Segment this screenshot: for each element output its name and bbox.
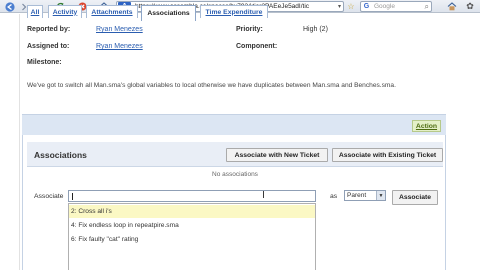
associate-label: Associate — [34, 193, 64, 200]
chevron-down-icon[interactable]: ▼ — [376, 191, 385, 200]
ticket-description: We've got to switch all Man.sma's global… — [27, 82, 396, 89]
tab-activity[interactable]: Activity — [48, 5, 82, 18]
tab-time-expenditure[interactable]: Time Expenditure — [200, 5, 268, 18]
gear-icon[interactable]: ✿ — [464, 1, 476, 12]
relation-select[interactable]: Parent ▼ — [344, 190, 386, 201]
tab-associations[interactable]: Associations — [141, 5, 196, 21]
tab-all[interactable]: All — [27, 5, 43, 18]
suggestion-item[interactable]: 4: Fix endless loop in repeatpire.sma — [69, 219, 315, 232]
associations-title: Associations — [34, 150, 87, 160]
search-engine-icon[interactable]: G — [362, 2, 371, 11]
back-arrow-icon[interactable] — [3, 1, 17, 12]
text-cursor-icon: I — [262, 190, 265, 201]
component-label: Component: — [236, 43, 278, 50]
milestone-label: Milestone: — [27, 59, 62, 66]
bookmark-star-icon[interactable]: ☆ — [346, 1, 356, 12]
suggestion-item[interactable]: 6: Fix faulty "cat" rating — [69, 233, 315, 246]
search-icon[interactable]: ⌕ — [425, 2, 429, 12]
suggestion-list: 2: Cross all i's 4: Fix endless loop in … — [68, 203, 316, 270]
tab-bar — [22, 114, 446, 135]
suggestion-item[interactable]: 2: Cross all i's — [69, 205, 315, 218]
search-placeholder: Google — [374, 3, 395, 10]
as-label: as — [330, 193, 338, 200]
reported-by-link[interactable]: Ryan Menezes — [96, 26, 143, 33]
relation-selected-value: Parent — [347, 192, 367, 199]
priority-value: High (2) — [303, 26, 328, 33]
priority-label: Priority: — [236, 26, 263, 33]
text-caret — [72, 193, 73, 200]
associate-existing-ticket-button[interactable]: Associate with Existing Ticket — [332, 148, 443, 162]
reported-by-label: Reported by: — [27, 26, 71, 33]
content-border — [19, 14, 20, 270]
assigned-to-link[interactable]: Ryan Menezes — [96, 43, 143, 50]
associate-ticket-input[interactable] — [68, 190, 316, 202]
empty-associations-text: No associations — [212, 171, 258, 178]
action-button[interactable]: Action — [412, 120, 441, 132]
search-box[interactable]: G Google ⌕ — [360, 1, 432, 12]
url-dropdown-icon[interactable]: ▾ — [338, 3, 341, 10]
associate-new-ticket-button[interactable]: Associate with New Ticket — [226, 148, 328, 162]
assigned-to-label: Assigned to: — [27, 43, 70, 50]
tab-attachments[interactable]: Attachments — [86, 5, 138, 18]
home-icon[interactable] — [446, 1, 458, 12]
associate-button[interactable]: Associate — [392, 190, 438, 205]
